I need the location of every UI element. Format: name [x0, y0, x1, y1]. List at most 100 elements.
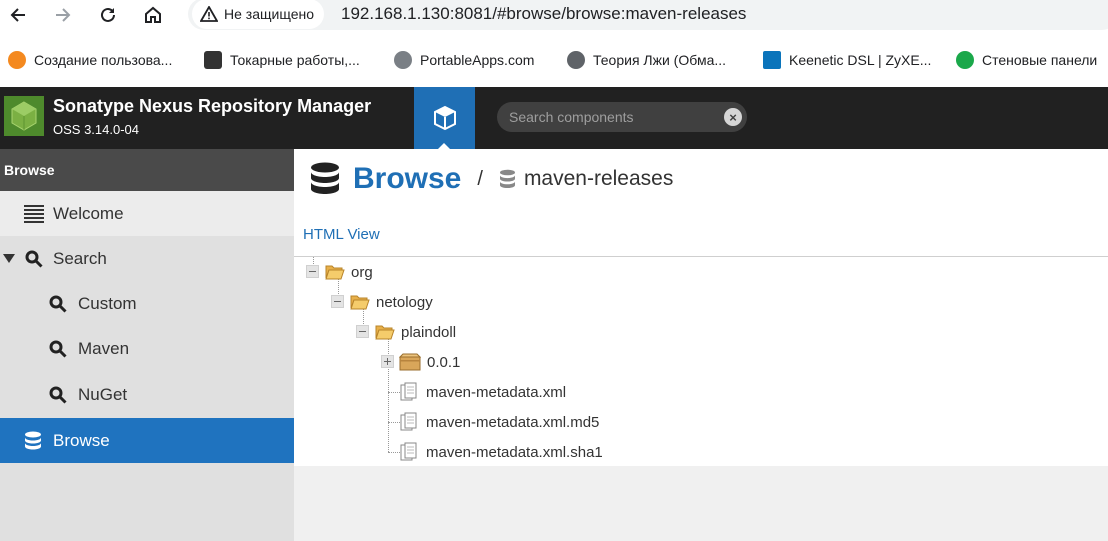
- component-box-icon: [399, 353, 421, 371]
- bookmark-panels-icon: [956, 51, 974, 69]
- browse-mode-button[interactable]: [414, 87, 475, 149]
- bookmark-tools-icon: [204, 51, 222, 69]
- reload-button[interactable]: [96, 3, 120, 27]
- sidebar-item-label: Maven: [78, 338, 130, 358]
- file-icon: [400, 412, 417, 431]
- sidebar-item-custom[interactable]: Custom: [0, 281, 294, 326]
- bookmark-label: Создание пользова...: [34, 52, 173, 68]
- tree-node-label: plaindoll: [401, 323, 457, 341]
- search-input[interactable]: [509, 107, 709, 127]
- main-content: Browse / maven-releases HTML View org ne…: [294, 149, 1108, 541]
- forward-arrow-icon: [56, 8, 71, 22]
- bookmark-item[interactable]: Токарные работы,...: [204, 50, 360, 70]
- collapse-toggle-icon[interactable]: [356, 325, 369, 338]
- sidebar-item-welcome[interactable]: Welcome: [0, 191, 294, 236]
- sidebar-item-label: Browse: [53, 430, 110, 450]
- bookmark-label: PortableApps.com: [420, 52, 535, 68]
- tree-node-label: maven-metadata.xml: [426, 383, 567, 401]
- file-icon: [400, 382, 417, 401]
- tree-node[interactable]: maven-metadata.xml.sha1: [400, 440, 603, 464]
- sidebar: Browse Welcome Search Custom Maven NuGet: [0, 149, 294, 541]
- expand-toggle-icon[interactable]: [381, 355, 394, 368]
- bookmark-keenetic-icon: [763, 51, 781, 69]
- app-version: OSS 3.14.0-04: [53, 122, 139, 137]
- sidebar-item-maven[interactable]: Maven: [0, 326, 294, 371]
- forward-button[interactable]: [51, 3, 75, 27]
- bookmark-item[interactable]: Теория Лжи (Обма...: [567, 50, 726, 70]
- tree-node[interactable]: maven-metadata.xml: [400, 380, 566, 404]
- database-icon: [24, 431, 42, 451]
- sidebar-item-label: Welcome: [53, 203, 124, 223]
- bookmark-item[interactable]: Стеновые панели: [956, 50, 1097, 70]
- url-text[interactable]: 192.168.1.130:8081/#browse/browse:maven-…: [341, 4, 746, 24]
- nexus-logo-icon: [4, 96, 44, 136]
- reload-icon: [101, 7, 115, 22]
- bookmark-label: Стеновые панели: [982, 52, 1098, 68]
- tree-connector: [388, 452, 400, 453]
- bookmark-item[interactable]: Создание пользова...: [8, 50, 172, 70]
- tree-node[interactable]: org: [306, 260, 373, 284]
- security-label: Не защищено: [224, 6, 314, 22]
- collapse-toggle-icon[interactable]: [306, 265, 319, 278]
- bookmarks-bar: Создание пользова... Токарные работы,...…: [0, 42, 1108, 78]
- database-icon: [311, 162, 339, 194]
- search-box[interactable]: ×: [497, 102, 747, 132]
- tree-node-label: netology: [376, 293, 433, 311]
- globe-icon: [567, 51, 585, 69]
- home-icon: [145, 6, 161, 23]
- list-icon: [24, 204, 44, 224]
- file-icon: [400, 442, 417, 461]
- tree-node[interactable]: maven-metadata.xml.md5: [400, 410, 599, 434]
- sidebar-item-label: NuGet: [78, 384, 128, 404]
- expand-triangle-icon[interactable]: [3, 253, 15, 265]
- bookmark-label: Keenetic DSL | ZyXE...: [789, 52, 932, 68]
- browse-panel: Browse / maven-releases HTML View org ne…: [294, 149, 1108, 466]
- warning-icon: [200, 6, 218, 22]
- sidebar-heading: Browse: [0, 149, 294, 191]
- search-icon: [49, 386, 67, 404]
- sidebar-item-label: Custom: [78, 293, 137, 313]
- tree-node[interactable]: 0.0.1: [381, 350, 460, 374]
- clear-search-icon[interactable]: ×: [724, 108, 742, 126]
- tree-node-label: org: [351, 263, 373, 281]
- bookmark-lt-icon: [8, 51, 26, 69]
- browser-toolbar: Не защищено 192.168.1.130:8081/#browse/b…: [0, 0, 1108, 30]
- folder-open-icon: [350, 295, 370, 310]
- tree-node[interactable]: netology: [331, 290, 433, 314]
- app-header: Sonatype Nexus Repository Manager OSS 3.…: [0, 87, 1108, 149]
- repository-name: maven-releases: [523, 167, 674, 190]
- cube-icon: [433, 105, 456, 131]
- security-indicator[interactable]: Не защищено: [192, 0, 324, 29]
- back-arrow-icon: [10, 8, 25, 22]
- home-button[interactable]: [141, 3, 165, 27]
- repository-icon: [499, 169, 515, 188]
- sidebar-item-search[interactable]: Search: [0, 236, 294, 281]
- sidebar-item-browse[interactable]: Browse: [0, 418, 294, 463]
- tree-node-label: 0.0.1: [427, 353, 461, 371]
- tree-connector: [388, 392, 400, 393]
- folder-open-icon: [325, 265, 345, 280]
- bookmark-label: Токарные работы,...: [230, 52, 360, 68]
- breadcrumb-separator: /: [477, 167, 483, 190]
- bookmark-portableapps-icon: [394, 51, 412, 69]
- page-title[interactable]: Browse: [353, 162, 461, 196]
- tree-node-label: maven-metadata.xml.sha1: [426, 443, 603, 461]
- divider: [294, 256, 1108, 257]
- search-icon: [24, 249, 44, 269]
- search-icon: [49, 340, 67, 358]
- search-icon: [49, 295, 67, 313]
- bookmark-label: Теория Лжи (Обма...: [593, 52, 727, 68]
- sidebar-item-nuget[interactable]: NuGet: [0, 372, 294, 417]
- html-view-link[interactable]: HTML View: [303, 226, 380, 243]
- app-title: Sonatype Nexus Repository Manager: [53, 96, 372, 116]
- tree-node[interactable]: plaindoll: [356, 320, 456, 344]
- sidebar-item-label: Search: [53, 248, 107, 268]
- tree-node-label: maven-metadata.xml.md5: [426, 413, 600, 431]
- collapse-toggle-icon[interactable]: [331, 295, 344, 308]
- bookmark-item[interactable]: Keenetic DSL | ZyXE...: [763, 50, 931, 70]
- tree-connector: [388, 422, 400, 423]
- breadcrumb: Browse / maven-releases: [309, 162, 673, 196]
- folder-open-icon: [375, 325, 395, 340]
- bookmark-item[interactable]: PortableApps.com: [394, 50, 534, 70]
- back-button[interactable]: [6, 3, 30, 27]
